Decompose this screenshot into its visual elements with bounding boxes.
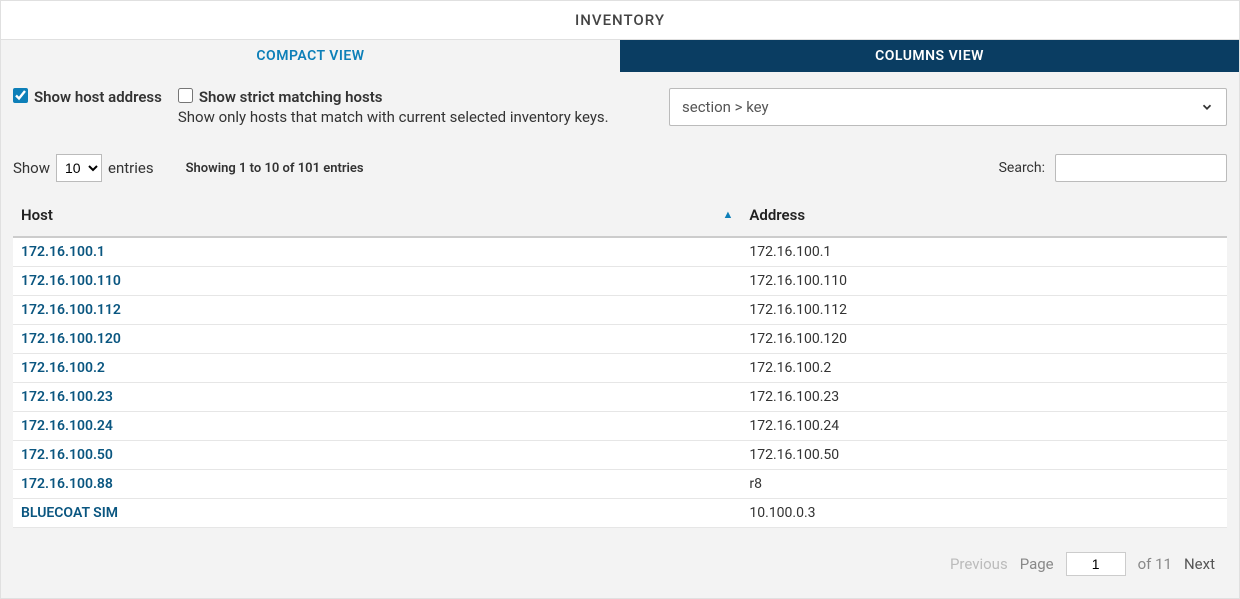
col-header-address[interactable]: Address xyxy=(741,194,1227,237)
table-row: BLUECOAT SIM 10.100.0.3 xyxy=(13,499,1227,528)
host-cell: 172.16.100.1 xyxy=(13,237,741,267)
table-row: 172.16.100.112 172.16.100.112 xyxy=(13,296,1227,325)
host-link[interactable]: 172.16.100.1 xyxy=(21,244,105,260)
address-cell: 172.16.100.120 xyxy=(741,325,1227,354)
host-cell: BLUECOAT SIM xyxy=(13,499,741,528)
section-key-placeholder: section > key xyxy=(682,98,769,116)
col-header-host-label: Host xyxy=(21,206,53,224)
inventory-panel: INVENTORY COMPACT VIEW COLUMNS VIEW Show… xyxy=(0,0,1240,599)
table-row: 172.16.100.120 172.16.100.120 xyxy=(13,325,1227,354)
tab-columns-view[interactable]: COLUMNS VIEW xyxy=(620,40,1239,72)
strict-matching-group: Show strict matching hosts Show only hos… xyxy=(178,88,609,126)
address-cell: 172.16.100.1 xyxy=(741,237,1227,267)
host-cell: 172.16.100.50 xyxy=(13,441,741,470)
pager-previous[interactable]: Previous xyxy=(950,555,1008,573)
host-link[interactable]: 172.16.100.24 xyxy=(21,418,113,434)
host-cell: 172.16.100.120 xyxy=(13,325,741,354)
host-link[interactable]: 172.16.100.120 xyxy=(21,331,121,347)
address-cell: 172.16.100.2 xyxy=(741,354,1227,383)
strict-matching-help: Show only hosts that match with current … xyxy=(178,108,609,126)
tab-compact-view[interactable]: COMPACT VIEW xyxy=(1,40,620,72)
entries-info: Showing 1 to 10 of 101 entries xyxy=(186,161,364,176)
col-header-host[interactable]: Host ▲ xyxy=(13,194,741,237)
pager-next[interactable]: Next xyxy=(1184,555,1215,573)
section-key-select[interactable]: section > key xyxy=(669,88,1227,126)
entries-label: entries xyxy=(108,159,154,177)
host-cell: 172.16.100.88 xyxy=(13,470,741,499)
host-link[interactable]: 172.16.100.110 xyxy=(21,273,121,289)
address-cell: 172.16.100.23 xyxy=(741,383,1227,412)
table-controls-row: Show 10 entries Showing 1 to 10 of 101 e… xyxy=(13,154,1227,182)
address-cell: r8 xyxy=(741,470,1227,499)
table-row: 172.16.100.2 172.16.100.2 xyxy=(13,354,1227,383)
address-cell: 172.16.100.112 xyxy=(741,296,1227,325)
show-label: Show xyxy=(13,159,50,177)
panel-title: INVENTORY xyxy=(1,1,1239,40)
strict-matching-checkbox[interactable] xyxy=(178,88,193,103)
search-input[interactable] xyxy=(1055,154,1227,182)
show-host-address-label: Show host address xyxy=(34,88,162,106)
pager-page-input[interactable] xyxy=(1066,552,1126,576)
host-cell: 172.16.100.23 xyxy=(13,383,741,412)
content-area: Show host address Show strict matching h… xyxy=(1,72,1239,598)
table-row: 172.16.100.24 172.16.100.24 xyxy=(13,412,1227,441)
address-cell: 172.16.100.110 xyxy=(741,267,1227,296)
show-host-address-group: Show host address xyxy=(13,88,162,106)
controls-row: Show host address Show strict matching h… xyxy=(13,88,1227,126)
show-host-address-checkbox[interactable] xyxy=(13,88,28,103)
table-row: 172.16.100.1 172.16.100.1 xyxy=(13,237,1227,267)
view-tabs: COMPACT VIEW COLUMNS VIEW xyxy=(1,40,1239,72)
table-row: 172.16.100.23 172.16.100.23 xyxy=(13,383,1227,412)
address-cell: 172.16.100.50 xyxy=(741,441,1227,470)
search-group: Search: xyxy=(999,154,1227,182)
pager-page-label: Page xyxy=(1020,555,1054,573)
show-entries-group: Show 10 entries xyxy=(13,154,154,182)
chevron-down-icon xyxy=(1200,100,1214,114)
host-link[interactable]: 172.16.100.88 xyxy=(21,476,113,492)
inventory-table: Host ▲ Address 172.16.100.1172.16.100.11… xyxy=(13,194,1227,528)
entries-select[interactable]: 10 xyxy=(56,154,102,182)
search-label: Search: xyxy=(999,160,1045,176)
table-row: 172.16.100.50 172.16.100.50 xyxy=(13,441,1227,470)
host-link[interactable]: 172.16.100.112 xyxy=(21,302,121,318)
address-cell: 172.16.100.24 xyxy=(741,412,1227,441)
address-cell: 10.100.0.3 xyxy=(741,499,1227,528)
host-cell: 172.16.100.24 xyxy=(13,412,741,441)
host-link[interactable]: BLUECOAT SIM xyxy=(21,505,118,521)
host-link[interactable]: 172.16.100.2 xyxy=(21,360,105,376)
host-link[interactable]: 172.16.100.23 xyxy=(21,389,113,405)
table-row: 172.16.100.88 r8 xyxy=(13,470,1227,499)
pager-of-label: of 11 xyxy=(1138,555,1172,573)
strict-matching-label: Show strict matching hosts xyxy=(199,88,383,106)
sort-asc-icon: ▲ xyxy=(723,208,734,221)
host-cell: 172.16.100.112 xyxy=(13,296,741,325)
host-link[interactable]: 172.16.100.50 xyxy=(21,447,113,463)
host-cell: 172.16.100.110 xyxy=(13,267,741,296)
table-row: 172.16.100.110 172.16.100.110 xyxy=(13,267,1227,296)
pager: Previous Page of 11 Next xyxy=(13,528,1227,588)
host-cell: 172.16.100.2 xyxy=(13,354,741,383)
